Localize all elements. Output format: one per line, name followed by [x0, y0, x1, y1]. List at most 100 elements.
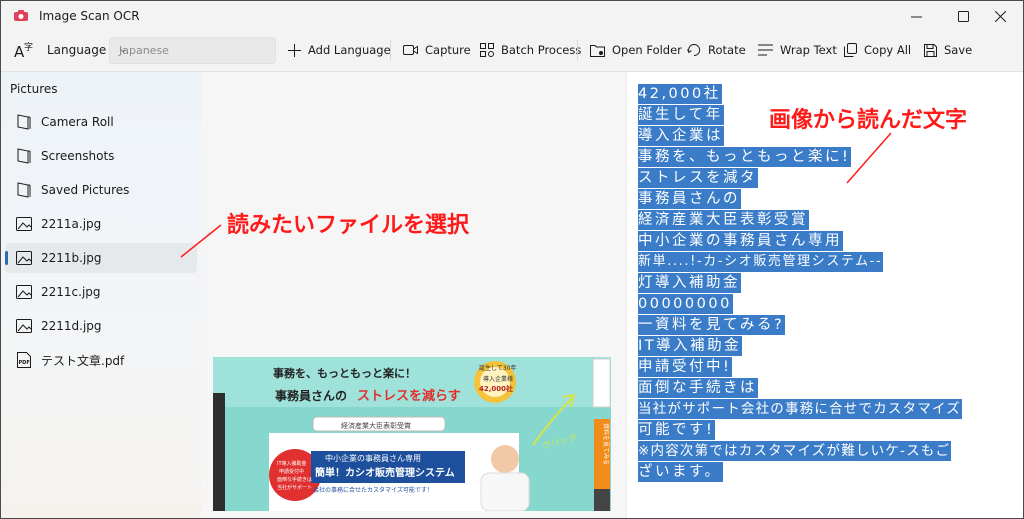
copy-all-button[interactable]: Copy All: [844, 31, 911, 69]
batch-process-button[interactable]: Batch Process: [480, 31, 581, 69]
capture-button[interactable]: Capture: [403, 31, 471, 69]
title-bar: Image Scan OCR: [1, 1, 1023, 31]
preview-badge-2: 導入企業様: [483, 375, 513, 383]
save-label: Save: [944, 43, 973, 57]
image-preview[interactable]: 事務を、もっともっと楽に！ 事務員さんの ストレスを減らす 誕生して30年 導入…: [213, 357, 611, 511]
open-folder-button[interactable]: Open Folder: [590, 31, 682, 69]
ocr-line: 事務員さんの: [638, 189, 741, 209]
preview-headline-2a: 事務員さんの: [275, 388, 347, 403]
sidebar-item-label: テスト文章.pdf: [41, 353, 125, 368]
ocr-line: 経済産業大臣表彰受賞: [638, 210, 809, 230]
ocr-line: 申請受付中!: [638, 357, 733, 377]
wrap-text-button[interactable]: Wrap Text: [758, 31, 837, 69]
language-select[interactable]: Japanese ⌄: [109, 37, 276, 64]
ocr-line: 可能です!: [638, 420, 716, 440]
wrap-text-icon: [758, 44, 773, 56]
rotate-label: Rotate: [708, 43, 746, 57]
annotation-arrow-right: [846, 132, 892, 184]
image-icon: [16, 250, 32, 266]
folder-icon: [16, 148, 32, 164]
ocr-text-area[interactable]: 42,000社 誕生して年 導入企業は 事務を、もっともっと楽に! ストレスを減…: [627, 72, 1023, 518]
wrap-text-label: Wrap Text: [780, 43, 837, 57]
toolbar-divider: [577, 40, 578, 60]
ocr-line: 42,000社: [638, 84, 722, 104]
preview-graphic: 事務を、もっともっと楽に！ 事務員さんの ストレスを減らす 誕生して30年 導入…: [213, 357, 611, 511]
maximize-icon: [957, 10, 969, 22]
sidebar-item-test-pdf[interactable]: PDF テスト文章.pdf: [5, 345, 197, 375]
preview-headline-1: 事務を、もっともっと楽に！: [273, 366, 416, 380]
preview-circle-3: 面倒な手続きは: [277, 476, 312, 483]
chevron-down-icon: ⌄: [119, 44, 128, 55]
camera-icon: [403, 45, 418, 55]
svg-text:字: 字: [24, 41, 33, 53]
language-label: Language: [47, 43, 107, 57]
ocr-line: 00000000: [638, 294, 733, 314]
ocr-line: 一資料を見てみる?: [638, 315, 786, 335]
sidebar-item-label: Camera Roll: [41, 115, 114, 129]
capture-label: Capture: [425, 43, 471, 57]
window-title: Image Scan OCR: [39, 9, 140, 23]
ocr-line: 灯導入補助金: [638, 273, 741, 293]
toolbar: A 字 Language Japanese ⌄ Add Language Cap…: [1, 31, 1023, 72]
image-icon: [16, 216, 32, 232]
sidebar-heading: Pictures: [10, 82, 58, 96]
plus-icon: [288, 43, 301, 57]
copy-all-label: Copy All: [864, 43, 912, 57]
preview-circle-1: IT導入補助金: [277, 460, 307, 467]
language-area: A 字 Language: [14, 31, 106, 69]
save-icon: [924, 43, 937, 57]
preview-circle-4: 当社がサポート: [277, 484, 312, 491]
ocr-line: 新単....!-カ-シオ販売管理システム--: [638, 252, 884, 272]
ocr-line: ストレスを減タ: [638, 168, 758, 188]
ocr-line: ざいます。: [638, 462, 723, 482]
app-logo-icon: [14, 10, 28, 21]
ocr-line: 面倒な手続きは: [638, 378, 758, 398]
save-button[interactable]: Save: [924, 31, 972, 69]
preview-badge-1: 誕生して30年: [479, 364, 516, 372]
open-folder-label: Open Folder: [612, 43, 682, 57]
app-window: Image Scan OCR A 字 Language Japanese ⌄ A…: [0, 0, 1024, 519]
sidebar-item-label: 2211b.jpg: [41, 251, 102, 265]
sidebar-item-label: 2211d.jpg: [41, 319, 102, 333]
ocr-line: 事務を、もっともっと楽に!: [638, 147, 852, 167]
sidebar-item-screenshots[interactable]: Screenshots: [5, 141, 197, 171]
preview-product-sub: 中小企業の事務員さん専用: [325, 453, 421, 463]
preview-award: 経済産業大臣表彰受賞: [341, 421, 411, 430]
sidebar: Pictures Camera Roll Screenshots Saved P…: [1, 72, 201, 518]
batch-icon: [480, 43, 494, 57]
sidebar-item-2211c[interactable]: 2211c.jpg: [5, 277, 197, 307]
sidebar-item-label: Screenshots: [41, 149, 115, 163]
image-icon: [16, 284, 32, 300]
sidebar-item-label: Saved Pictures: [41, 183, 130, 197]
rotate-icon: [687, 44, 701, 57]
sidebar-item-2211d[interactable]: 2211d.jpg: [5, 311, 197, 341]
folder-icon: [16, 114, 32, 130]
sidebar-item-label: 2211a.jpg: [41, 217, 102, 231]
folder-open-icon: [590, 44, 605, 57]
ocr-line: IT導入補助金: [638, 336, 743, 356]
annotation-arrow-left: [180, 224, 222, 258]
rotate-button[interactable]: Rotate: [687, 31, 746, 69]
preview-product-desc: 会社の事務に合せたカスタマイズ可能です！: [313, 486, 433, 494]
svg-text:PDF: PDF: [19, 360, 30, 366]
folder-icon: [16, 182, 32, 198]
close-button[interactable]: [977, 1, 1023, 31]
close-icon: [994, 10, 1006, 22]
toolbar-divider: [390, 40, 391, 60]
minimize-button[interactable]: [893, 1, 939, 31]
ocr-line: 中小企業の事務員さん専用: [638, 231, 843, 251]
translate-icon: A 字: [14, 41, 33, 59]
minimize-icon: [910, 16, 922, 17]
add-language-button[interactable]: Add Language: [288, 31, 391, 69]
sidebar-item-saved-pictures[interactable]: Saved Pictures: [5, 175, 197, 205]
copy-icon: [844, 43, 857, 57]
batch-process-label: Batch Process: [501, 43, 582, 57]
ocr-line: 導入企業は: [638, 126, 724, 146]
sidebar-item-camera-roll[interactable]: Camera Roll: [5, 107, 197, 137]
sidebar-item-2211b[interactable]: 2211b.jpg: [5, 243, 197, 273]
annotation-read-text: 画像から読んだ文字: [769, 108, 968, 133]
preview-badge-3: 42,000社: [479, 384, 513, 393]
preview-circle-2: 申請受付中: [279, 468, 304, 475]
sidebar-item-2211a[interactable]: 2211a.jpg: [5, 209, 197, 239]
preview-product-name: 簡単！カシオ販売管理システム: [315, 466, 455, 479]
